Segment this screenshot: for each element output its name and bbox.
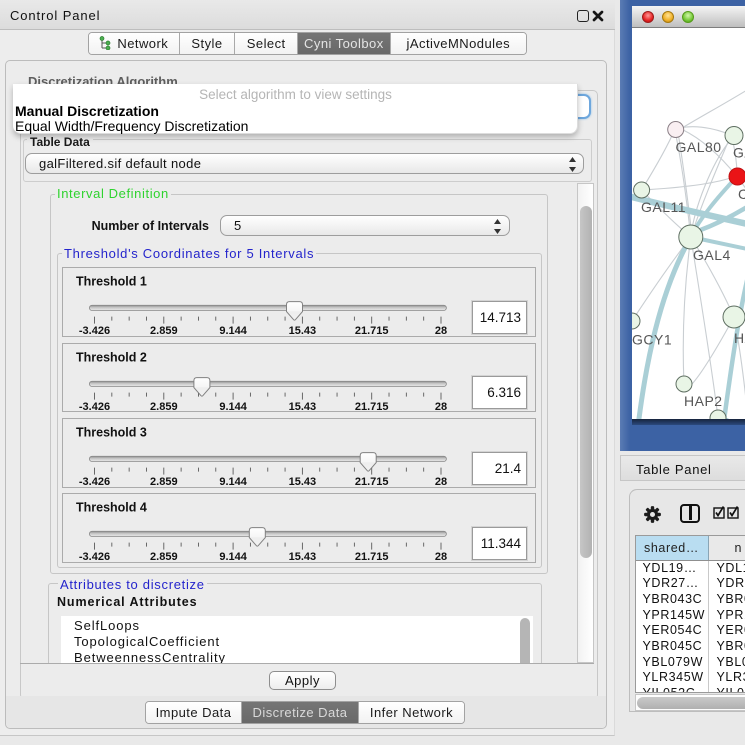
svg-text:Threshold 4: Threshold 4 <box>76 501 147 515</box>
svg-text:2.859: 2.859 <box>150 400 178 412</box>
svg-text:C…: C… <box>738 186 745 202</box>
svg-text:9.144: 9.144 <box>219 551 247 563</box>
svg-text:Threshold 2: Threshold 2 <box>76 350 147 364</box>
svg-text:-3.426: -3.426 <box>79 325 110 337</box>
svg-text:9.144: 9.144 <box>219 400 247 412</box>
svg-text:28: 28 <box>435 476 447 488</box>
svg-text:HAP2: HAP2 <box>684 393 723 409</box>
svg-text:GAL80: GAL80 <box>676 139 722 155</box>
svg-text:9.144: 9.144 <box>219 476 247 488</box>
svg-text:21.715: 21.715 <box>355 325 389 337</box>
svg-text:GAL4: GAL4 <box>693 247 731 263</box>
svg-text:-3.426: -3.426 <box>79 551 110 563</box>
svg-text:15.43: 15.43 <box>289 476 317 488</box>
svg-text:9.144: 9.144 <box>219 325 247 337</box>
svg-text:28: 28 <box>435 551 447 563</box>
svg-text:28: 28 <box>435 325 447 337</box>
svg-text:HA: HA <box>734 330 745 346</box>
svg-text:2.859: 2.859 <box>150 325 178 337</box>
svg-text:28: 28 <box>435 400 447 412</box>
svg-text:21.715: 21.715 <box>355 476 389 488</box>
svg-text:GCY1: GCY1 <box>632 332 672 348</box>
svg-text:-3.426: -3.426 <box>79 476 110 488</box>
svg-text:15.43: 15.43 <box>289 400 317 412</box>
svg-text:2.859: 2.859 <box>150 551 178 563</box>
svg-text:2.859: 2.859 <box>150 476 178 488</box>
svg-text:-3.426: -3.426 <box>79 400 110 412</box>
svg-text:15.43: 15.43 <box>289 551 317 563</box>
svg-text:GAL11: GAL11 <box>641 199 686 215</box>
svg-text:15.43: 15.43 <box>289 325 317 337</box>
svg-text:21.715: 21.715 <box>355 551 389 563</box>
svg-text:Threshold 1: Threshold 1 <box>76 275 147 289</box>
svg-text:Threshold 3: Threshold 3 <box>76 426 147 440</box>
svg-text:21.715: 21.715 <box>355 400 389 412</box>
svg-text:GA: GA <box>733 145 745 161</box>
